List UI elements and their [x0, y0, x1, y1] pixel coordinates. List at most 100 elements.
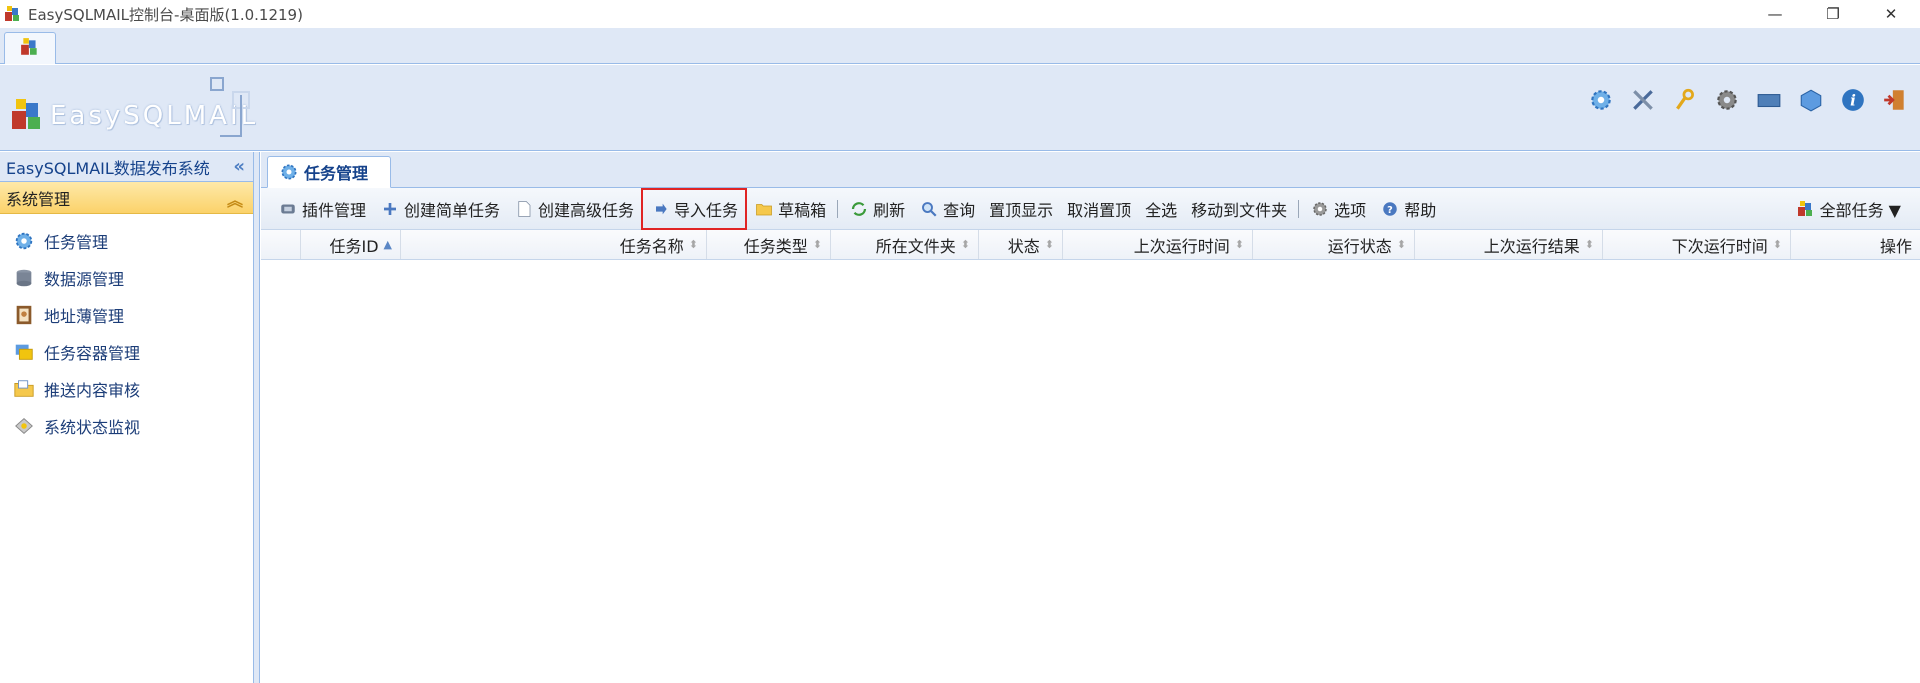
header-banner: EasySQLMAIL i: [0, 65, 1920, 151]
collapse-sidebar-icon[interactable]: «: [233, 156, 245, 177]
toolbar-separator: [1298, 199, 1300, 218]
sidebar-item-label: 任务容器管理: [44, 343, 141, 363]
restore-button[interactable]: ❐: [1804, 0, 1862, 28]
sidebar-item-label: 系统状态监视: [44, 417, 141, 437]
column-header-next-run-time[interactable]: 下次运行时间 ⬍: [1603, 230, 1791, 259]
sidebar-header: EasySQLMAIL数据发布系统 «: [0, 152, 253, 182]
document-icon: [514, 199, 534, 219]
gear-icon: [1310, 199, 1330, 219]
create-simple-task-button[interactable]: 创建简单任务: [373, 194, 507, 224]
database-icon: [12, 266, 36, 290]
task-grid-body[interactable]: [261, 260, 1920, 653]
main-panel: 任务管理 插件管理 创建简单任务 创建高级任务 导入任务 草稿箱 刷新 查询 置…: [261, 152, 1920, 683]
sort-icon: ⬍: [688, 238, 698, 251]
title-bar: EasySQLMAIL控制台-桌面版(1.0.1219) — ❐ ✕: [0, 0, 1920, 28]
column-header-task-name[interactable]: 任务名称 ⬍: [401, 230, 707, 259]
svg-text:i: i: [1850, 91, 1856, 109]
plugin-icon: [278, 199, 298, 219]
sidebar-item-task-container[interactable]: 任务容器管理: [0, 333, 253, 370]
brand-logo: EasySQLMAIL: [10, 77, 260, 147]
app-logo-icon: [20, 37, 40, 61]
column-header-checkbox[interactable]: [261, 230, 301, 259]
column-header-folder[interactable]: 所在文件夹 ⬍: [831, 230, 979, 259]
toolbar: 插件管理 创建简单任务 创建高级任务 导入任务 草稿箱 刷新 查询 置顶显示 取…: [261, 187, 1920, 230]
column-header-last-run-time[interactable]: 上次运行时间 ⬍: [1063, 230, 1253, 259]
create-advanced-task-button[interactable]: 创建高级任务: [507, 194, 641, 224]
tab-task-management[interactable]: 任务管理: [267, 156, 391, 188]
drafts-button[interactable]: 草稿箱: [747, 194, 833, 224]
sidebar-item-datasource-management[interactable]: 数据源管理: [0, 259, 253, 296]
options-button[interactable]: 选项: [1303, 194, 1373, 224]
app-logo-icon: [1796, 199, 1816, 219]
column-header-task-id[interactable]: 任务ID ▲: [301, 230, 401, 259]
main-tab-strip: 任务管理: [261, 152, 1920, 188]
panel-splitter[interactable]: [254, 152, 260, 683]
address-book-icon: [12, 303, 36, 327]
home-tab[interactable]: [4, 32, 56, 64]
column-header-task-type[interactable]: 任务类型 ⬍: [707, 230, 831, 259]
query-button[interactable]: 查询: [912, 194, 982, 224]
sidebar-item-content-review[interactable]: 推送内容审核: [0, 370, 253, 407]
import-task-button[interactable]: 导入任务: [641, 187, 748, 230]
sort-icon: ⬍: [1772, 238, 1782, 251]
sidebar-item-status-monitor[interactable]: 系统状态监视: [0, 407, 253, 444]
sort-icon: ⬍: [1396, 238, 1406, 251]
window-title: EasySQLMAIL控制台-桌面版(1.0.1219): [28, 5, 303, 24]
refresh-button[interactable]: 刷新: [842, 194, 912, 224]
sidebar-nav: 任务管理 数据源管理 地址薄管理 任务容器管理 推送内容审核 系统状态监视: [0, 214, 253, 444]
sidebar-item-label: 任务管理: [44, 232, 109, 252]
tab-label: 任务管理: [304, 164, 369, 183]
sidebar-title: EasySQLMAIL数据发布系统: [6, 158, 210, 178]
toolbar-separator: [837, 199, 839, 218]
sort-icon: ⬍: [1234, 238, 1244, 251]
cube-icon[interactable]: [1796, 85, 1826, 115]
import-icon: [650, 199, 670, 219]
monitor-icon[interactable]: [1754, 85, 1784, 115]
column-header-run-status[interactable]: 运行状态 ⬍: [1253, 230, 1415, 259]
sidebar-item-label: 推送内容审核: [44, 380, 141, 400]
pin-top-button[interactable]: 置顶显示: [982, 194, 1060, 224]
close-button[interactable]: ✕: [1862, 0, 1920, 28]
sidebar-item-label: 数据源管理: [44, 269, 125, 289]
column-header-actions[interactable]: 操作: [1791, 230, 1920, 259]
sidebar: EasySQLMAIL数据发布系统 « 系统管理 ︽ 任务管理 数据源管理 地址…: [0, 152, 254, 683]
exit-icon[interactable]: [1880, 85, 1910, 115]
column-header-status[interactable]: 状态 ⬍: [979, 230, 1063, 259]
all-tasks-dropdown[interactable]: 全部任务 ▼: [1789, 194, 1908, 224]
sidebar-section-header[interactable]: 系统管理 ︽: [0, 182, 253, 214]
sidebar-item-address-book[interactable]: 地址薄管理: [0, 296, 253, 333]
logo-mark-icon: [10, 97, 46, 137]
column-header-last-run-result[interactable]: 上次运行结果 ⬍: [1415, 230, 1603, 259]
app-logo-icon: [4, 5, 22, 23]
settings-gear-icon[interactable]: [1586, 85, 1616, 115]
refresh-icon: [849, 199, 869, 219]
top-tab-strip: [0, 28, 1920, 64]
unpin-button[interactable]: 取消置顶: [1060, 194, 1138, 224]
chevron-up-icon[interactable]: ︽: [227, 187, 243, 211]
help-icon: ?: [1380, 199, 1400, 219]
plus-icon: [380, 199, 400, 219]
tools-icon[interactable]: [1628, 85, 1658, 115]
sidebar-item-task-management[interactable]: 任务管理: [0, 222, 253, 259]
select-all-button[interactable]: 全选: [1138, 194, 1184, 224]
grid-header: 任务ID ▲ 任务名称 ⬍ 任务类型 ⬍ 所在文件夹 ⬍ 状态 ⬍ 上次运行时间 ⬍ 运行状…: [261, 230, 1920, 260]
sort-asc-icon: ▲: [383, 238, 392, 251]
section-title: 系统管理: [6, 189, 71, 209]
move-to-folder-button[interactable]: 移动到文件夹: [1184, 194, 1294, 224]
search-icon: [919, 199, 939, 219]
folder-icon: [12, 377, 36, 401]
help-button[interactable]: ? 帮助: [1373, 194, 1443, 224]
info-icon[interactable]: i: [1838, 85, 1868, 115]
gear-icon: [278, 161, 300, 183]
folder-icon: [754, 199, 774, 219]
sort-icon: ⬍: [1584, 238, 1594, 251]
key-icon[interactable]: [1670, 85, 1700, 115]
minimize-button[interactable]: —: [1746, 0, 1804, 28]
cog-icon[interactable]: [1712, 85, 1742, 115]
gear-icon: [12, 229, 36, 253]
sort-icon: ⬍: [1044, 238, 1054, 251]
monitor-icon: [12, 414, 36, 438]
plugin-management-button[interactable]: 插件管理: [271, 194, 373, 224]
sort-icon: ⬍: [812, 238, 822, 251]
svg-text:?: ?: [1387, 204, 1393, 215]
